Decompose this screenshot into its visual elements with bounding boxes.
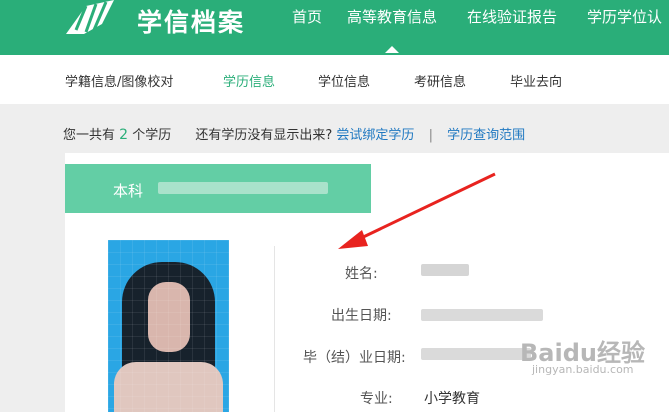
watermark-url: jingyan.baidu.com [532, 363, 634, 376]
arrow-head [338, 230, 368, 249]
arrow-shaft [356, 172, 496, 242]
